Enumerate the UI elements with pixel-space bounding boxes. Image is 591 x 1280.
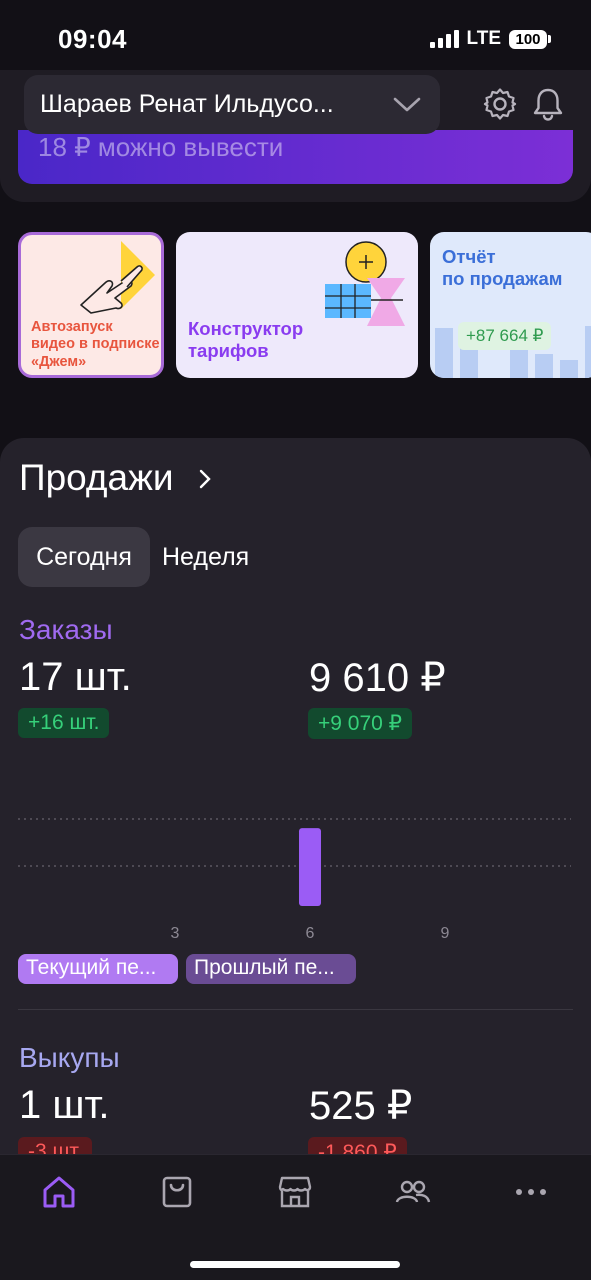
account-name: Шараев Ренат Ильдусо... xyxy=(40,90,334,118)
legend-previous-period[interactable]: Прошлый пе... xyxy=(186,954,356,984)
promo-carousel[interactable]: Автозапуск видео в подписке «Джем» Конст… xyxy=(18,232,591,380)
more-icon[interactable] xyxy=(511,1172,551,1212)
promo-sales-report[interactable]: Отчёт по продажам +87 664 ₽ xyxy=(430,232,591,378)
withdraw-banner[interactable]: 18 ₽ можно вывести xyxy=(18,130,573,184)
buyouts-label: Выкупы xyxy=(19,1042,120,1073)
store-icon[interactable] xyxy=(275,1172,315,1212)
orders-label: Заказы xyxy=(19,614,113,645)
chevron-right-icon[interactable] xyxy=(198,464,212,498)
tab-week[interactable]: Неделя xyxy=(162,527,249,587)
legend-current-period[interactable]: Текущий пе... xyxy=(18,954,178,984)
account-selector[interactable]: Шараев Ренат Ильдусо... xyxy=(24,75,440,134)
x-tick-label: 3 xyxy=(171,925,180,942)
status-indicators: LTE 100 xyxy=(429,28,551,50)
sales-title[interactable]: Продажи xyxy=(19,457,174,499)
promo-tariff-builder[interactable]: Конструктор тарифов xyxy=(176,232,418,378)
promo-tariff-text: Конструктор тарифов xyxy=(188,318,304,362)
promo-report-text: Отчёт по продажам xyxy=(442,246,563,290)
x-tick-label: 9 xyxy=(441,925,450,942)
tab-today[interactable]: Сегодня xyxy=(18,527,150,587)
x-tick-label: 6 xyxy=(306,925,315,942)
orders-chart: 3 6 9 xyxy=(18,818,571,942)
promo-autoplay-text: Автозапуск видео в подписке «Джем» xyxy=(31,319,160,370)
orders-count-delta: +16 шт. xyxy=(18,708,110,738)
promo-report-badge: +87 664 ₽ xyxy=(458,322,552,350)
bell-icon[interactable] xyxy=(529,85,567,123)
network-type: LTE xyxy=(466,28,501,49)
status-bar: 09:04 LTE 100 xyxy=(0,0,591,70)
orders-amount-delta: +9 070 ₽ xyxy=(308,708,413,739)
buyouts-amount: 525 ₽ xyxy=(309,1084,413,1128)
hand-pointer-icon xyxy=(80,241,155,314)
gear-icon[interactable] xyxy=(481,85,519,123)
orders-amount: 9 610 ₽ xyxy=(309,656,446,700)
orders-count: 17 шт. xyxy=(19,655,132,699)
divider xyxy=(18,1009,573,1010)
promo-autoplay-jam[interactable]: Автозапуск видео в подписке «Джем» xyxy=(18,232,164,378)
buyouts-count: 1 шт. xyxy=(19,1083,110,1127)
home-indicator xyxy=(190,1261,400,1268)
bag-icon[interactable] xyxy=(157,1172,197,1212)
signal-icon xyxy=(429,30,459,48)
home-icon[interactable] xyxy=(39,1172,79,1212)
withdraw-text: 18 ₽ можно вывести xyxy=(38,132,284,162)
battery-icon: 100 xyxy=(509,29,551,49)
battery-level: 100 xyxy=(509,29,547,49)
chevron-down-icon xyxy=(390,88,424,122)
status-time: 09:04 xyxy=(58,24,127,54)
users-icon[interactable] xyxy=(393,1172,433,1212)
calculator-illustration-icon xyxy=(325,241,405,326)
chart-bar[interactable] xyxy=(299,828,321,906)
